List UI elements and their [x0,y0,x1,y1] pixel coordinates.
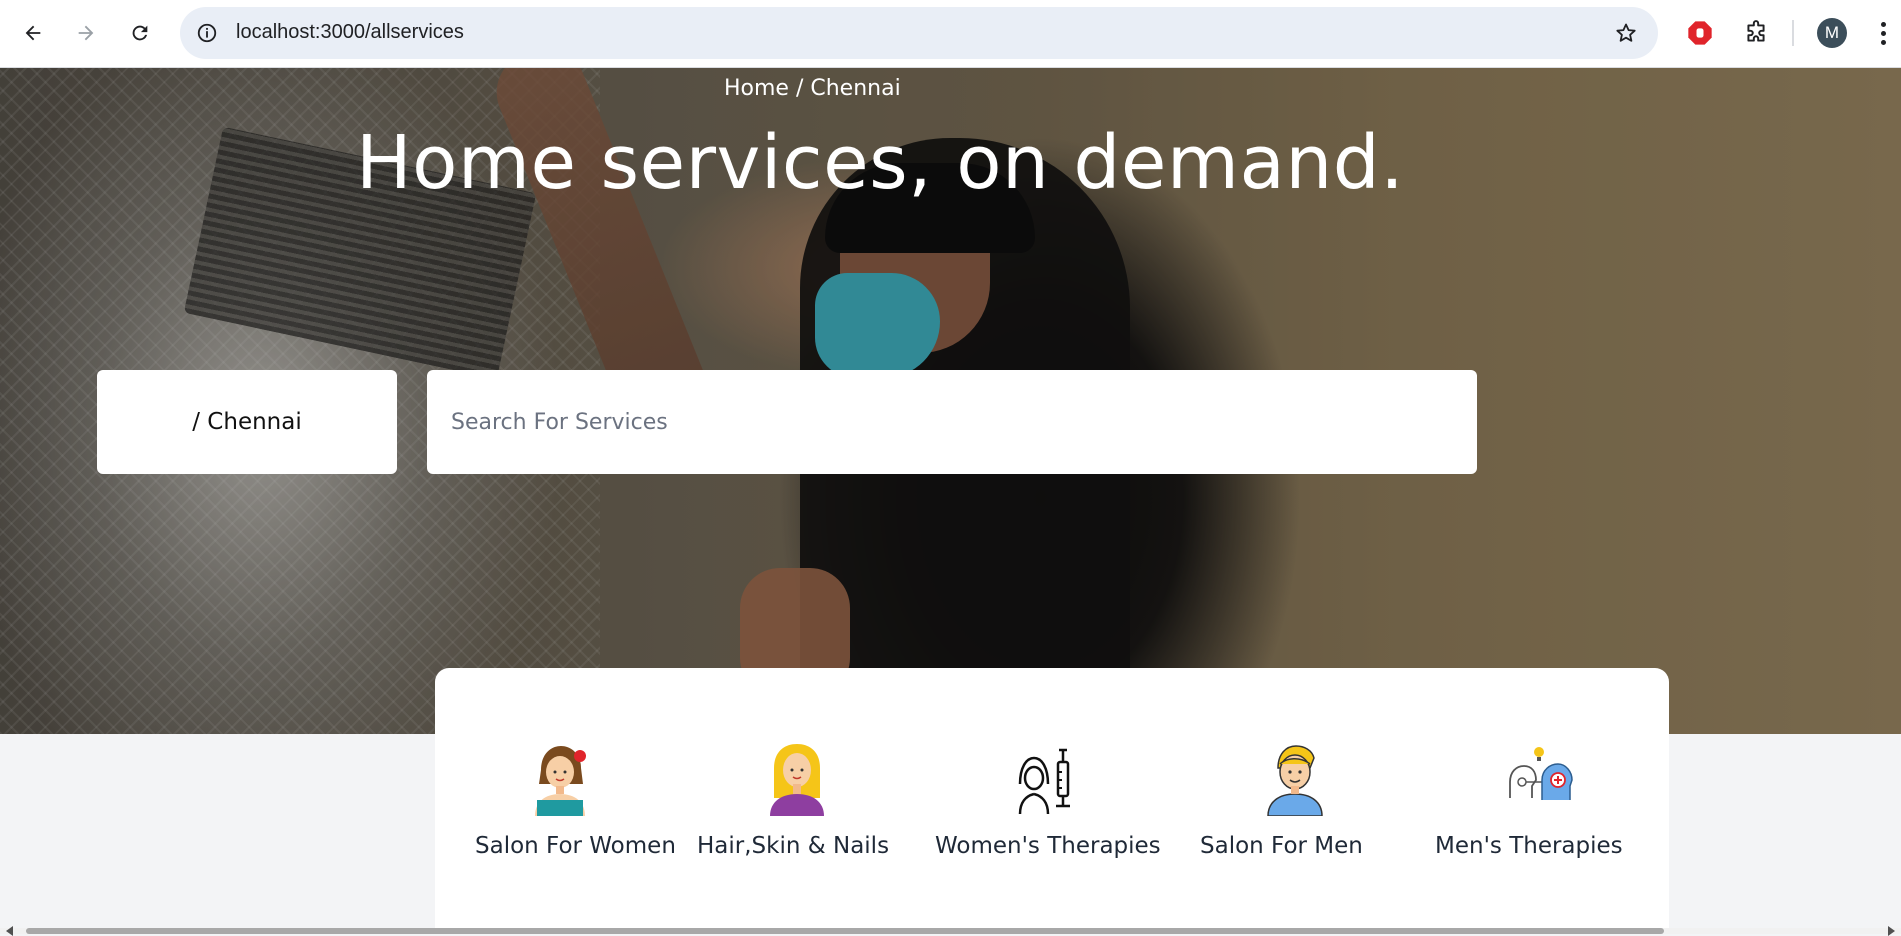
profile-avatar[interactable]: M [1817,18,1847,48]
category-item-hair-skin-nails[interactable]: Hair,Skin & Nails [697,668,897,898]
head-therapy-icon [1501,740,1577,816]
category-item-mens-therapies[interactable]: Men's Therapies [1435,668,1645,898]
arrow-right-icon [78,25,94,41]
adblock-extension-button[interactable] [1683,16,1717,50]
city-selector[interactable]: / Chennai [97,370,397,474]
category-item-salon-for-men[interactable]: Salon For Men [1195,668,1395,898]
scrollbar-thumb[interactable] [26,928,1664,934]
page-title: Home services, on demand. [356,120,1405,206]
category-label: Hair,Skin & Nails [697,833,890,859]
scroll-right-icon[interactable] [1888,926,1895,936]
category-label: Women's Therapies [935,833,1161,859]
horizontal-scrollbar[interactable] [0,926,1901,936]
url-text[interactable]: localhost:3000/allservices [236,21,464,44]
bookmark-button[interactable] [1612,19,1640,47]
reload-button[interactable] [121,14,159,52]
kebab-menu-icon [1880,21,1886,45]
site-info-button[interactable] [194,20,220,46]
browser-menu-button[interactable] [1872,17,1894,49]
back-button[interactable] [14,14,52,52]
category-item-womens-therapies[interactable]: Women's Therapies [935,668,1161,898]
extensions-button[interactable] [1739,16,1773,50]
category-item-salon-for-women[interactable]: Salon For Women [455,668,676,898]
woman-salon-icon [522,740,598,816]
toolbar-divider [1792,20,1794,46]
stop-hand-icon [1688,21,1712,45]
page-content: Home / Chennai Home services, on demand.… [0,68,1901,934]
breadcrumb[interactable]: Home / Chennai [724,76,901,101]
category-label: Men's Therapies [1435,833,1623,859]
woman-hair-icon [759,740,835,816]
search-input[interactable] [427,370,1477,474]
reload-icon [132,25,148,41]
category-label: Salon For Women [475,833,676,859]
hero-banner: Home / Chennai Home services, on demand.… [0,68,1901,734]
address-bar[interactable]: localhost:3000/allservices [180,7,1658,59]
puzzle-icon [1747,20,1765,42]
category-label: Salon For Men [1200,833,1363,859]
woman-syringe-icon [1007,740,1083,816]
arrow-left-icon [25,25,41,41]
scroll-left-icon[interactable] [6,926,13,936]
info-icon [197,23,217,43]
forward-button[interactable] [67,14,105,52]
browser-toolbar: localhost:3000/allservices M [0,0,1901,68]
star-icon [1616,23,1636,42]
man-salon-icon [1257,740,1333,816]
category-card: Salon For Women Hair,Skin & Nails Women'… [435,668,1669,934]
